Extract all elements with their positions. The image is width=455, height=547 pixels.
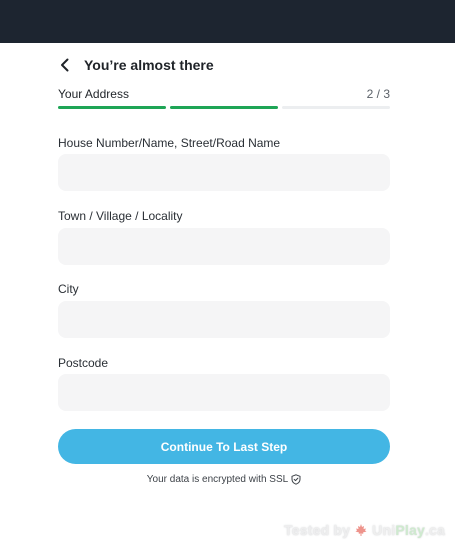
watermark-brand-uni: Uni: [372, 522, 396, 538]
city-label: City: [58, 282, 79, 296]
watermark-brand-ca: .ca: [424, 522, 445, 538]
progress-segment-3: [282, 106, 390, 109]
house-street-input[interactable]: [58, 154, 390, 191]
watermark-brand-play: Play: [395, 522, 425, 538]
back-button[interactable]: [56, 54, 74, 76]
page-title: You’re almost there: [84, 57, 214, 73]
watermark: Tested by Uni Play .ca: [284, 522, 445, 538]
progress-bar: [58, 106, 390, 109]
city-input[interactable]: [58, 301, 390, 338]
ssl-note: Your data is encrypted with SSL: [58, 474, 390, 485]
watermark-prefix: Tested by: [284, 522, 351, 538]
shield-check-icon: [291, 474, 301, 485]
step-label: Your Address: [58, 87, 129, 101]
postcode-input[interactable]: [58, 374, 390, 411]
step-indicator: Your Address 2 / 3: [58, 87, 390, 101]
maple-leaf-icon: [355, 524, 367, 536]
town-locality-input[interactable]: [58, 228, 390, 265]
house-street-label: House Number/Name, Street/Road Name: [58, 136, 281, 150]
step-count: 2 / 3: [366, 87, 390, 101]
page-header: You’re almost there: [56, 53, 396, 77]
postcode-label: Postcode: [58, 356, 109, 370]
chevron-left-icon: [61, 58, 69, 72]
town-locality-label: Town / Village / Locality: [58, 209, 183, 223]
progress-segment-2: [170, 106, 278, 109]
continue-button[interactable]: Continue To Last Step: [58, 429, 390, 464]
ssl-note-text: Your data is encrypted with SSL: [146, 474, 289, 485]
watermark-brand: Uni Play .ca: [372, 522, 445, 538]
progress-segment-1: [58, 106, 166, 109]
top-bar: [0, 0, 455, 43]
